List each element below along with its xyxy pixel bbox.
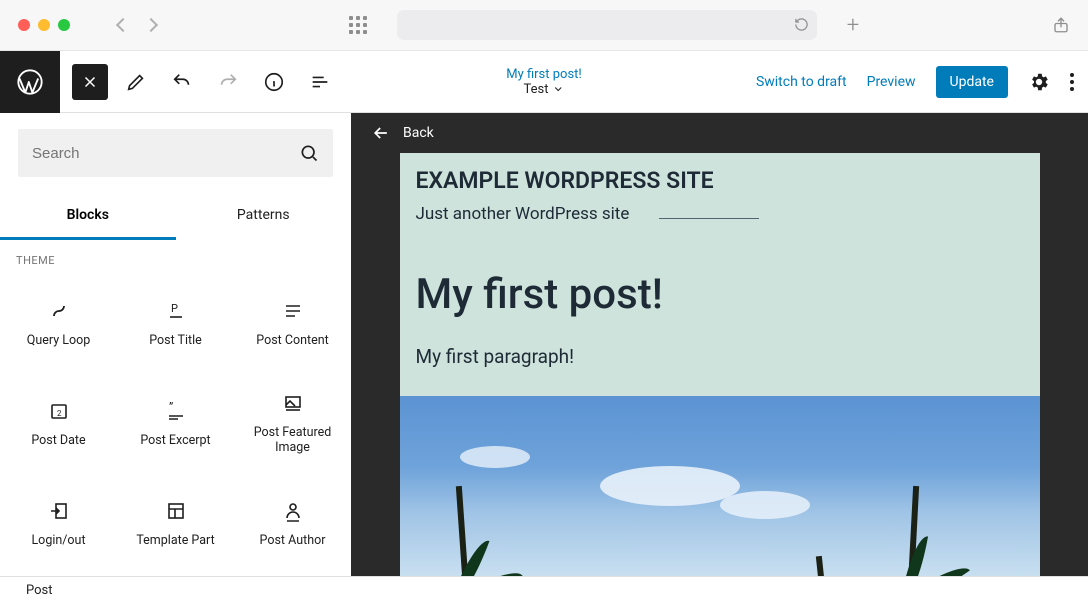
close-window-button[interactable] <box>18 19 30 31</box>
list-view-button[interactable] <box>302 64 338 100</box>
post-author-icon <box>281 499 305 523</box>
more-options-button[interactable] <box>1070 73 1074 91</box>
window-controls <box>18 19 70 31</box>
new-tab-button[interactable]: + <box>847 13 859 38</box>
login-out-icon <box>47 499 71 523</box>
block-label: Template Part <box>136 533 214 548</box>
nav-menu-placeholder[interactable] <box>659 218 759 219</box>
address-bar[interactable] <box>397 10 817 40</box>
close-icon <box>81 73 99 91</box>
category-heading: THEME <box>0 240 351 273</box>
redo-icon <box>217 71 239 93</box>
breadcrumb[interactable]: Post <box>26 583 53 598</box>
search-icon[interactable] <box>299 143 319 163</box>
svg-text:2: 2 <box>57 409 62 418</box>
browser-toolbar: + <box>0 0 1088 51</box>
pencil-icon <box>125 71 147 93</box>
block-label: Login/out <box>31 533 85 548</box>
post-link[interactable]: My first post! <box>506 67 582 82</box>
block-inserter-panel: Blocks Patterns THEME Query Loop P Post … <box>0 113 351 576</box>
block-label: Query Loop <box>27 333 91 348</box>
block-label: Post Excerpt <box>140 433 210 448</box>
undo-icon <box>171 71 193 93</box>
block-post-title[interactable]: P Post Title <box>117 273 234 373</box>
block-label: Post Content <box>256 333 328 348</box>
block-label: Post Author <box>260 533 326 548</box>
tools-edit-button[interactable] <box>118 64 154 100</box>
site-title[interactable]: EXAMPLE WORDPRESS SITE <box>416 167 1024 194</box>
post-excerpt-icon: ” <box>164 399 188 423</box>
details-button[interactable] <box>256 64 292 100</box>
update-button[interactable]: Update <box>936 66 1008 98</box>
svg-text:”: ” <box>169 400 173 414</box>
block-label: Post Featured Image <box>240 425 345 455</box>
document-title[interactable]: My first post! Test <box>506 67 582 97</box>
close-inserter-button[interactable] <box>72 64 108 100</box>
template-selector[interactable]: Test <box>524 82 565 97</box>
preview-button[interactable]: Preview <box>867 74 916 90</box>
chevron-down-icon <box>552 83 564 95</box>
post-title[interactable]: My first post! <box>416 270 1024 319</box>
featured-image[interactable] <box>400 396 1040 576</box>
minimize-window-button[interactable] <box>38 19 50 31</box>
block-label: Post Date <box>31 433 85 448</box>
wp-logo[interactable] <box>0 51 60 113</box>
tab-overview-icon[interactable] <box>349 16 367 34</box>
switch-to-draft-button[interactable]: Switch to draft <box>756 74 847 90</box>
browser-back-button[interactable] <box>116 18 130 32</box>
block-post-excerpt[interactable]: ” Post Excerpt <box>117 373 234 473</box>
block-template-part[interactable]: Template Part <box>117 473 234 573</box>
settings-button[interactable] <box>1028 71 1050 93</box>
editor-canvas-area: Back EXAMPLE WORDPRESS SITE Just another… <box>351 113 1088 576</box>
block-post-content[interactable]: Post Content <box>234 273 351 373</box>
editor-footer: Post <box>0 576 1088 603</box>
back-button[interactable]: Back <box>351 113 1088 153</box>
block-grid: Query Loop P Post Title Post Content 2 P… <box>0 273 351 573</box>
block-post-date[interactable]: 2 Post Date <box>0 373 117 473</box>
block-login-out[interactable]: Login/out <box>0 473 117 573</box>
post-title-icon: P <box>164 299 188 323</box>
inserter-tabs: Blocks Patterns <box>0 193 351 240</box>
zoom-window-button[interactable] <box>58 19 70 31</box>
arrow-left-icon <box>371 123 391 143</box>
info-icon <box>263 71 285 93</box>
search-input[interactable] <box>32 145 299 162</box>
tab-blocks[interactable]: Blocks <box>0 193 176 240</box>
editor-topbar: My first post! Test Switch to draft Prev… <box>0 51 1088 113</box>
block-post-featured-image[interactable]: Post Featured Image <box>234 373 351 473</box>
block-query-loop[interactable]: Query Loop <box>0 273 117 373</box>
query-loop-icon <box>47 299 71 323</box>
page-preview[interactable]: EXAMPLE WORDPRESS SITE Just another Word… <box>400 153 1040 576</box>
list-view-icon <box>309 71 331 93</box>
post-paragraph[interactable]: My first paragraph! <box>416 345 1024 368</box>
tab-patterns[interactable]: Patterns <box>176 193 352 240</box>
svg-text:P: P <box>171 302 178 315</box>
undo-button[interactable] <box>164 64 200 100</box>
block-label: Post Title <box>149 333 202 348</box>
post-featured-image-icon <box>281 391 305 415</box>
template-part-icon <box>164 499 188 523</box>
block-post-author[interactable]: Post Author <box>234 473 351 573</box>
block-search[interactable] <box>18 129 333 177</box>
post-date-icon: 2 <box>47 399 71 423</box>
reload-icon[interactable] <box>794 17 809 32</box>
site-tagline[interactable]: Just another WordPress site <box>416 204 630 224</box>
post-content-icon <box>281 299 305 323</box>
redo-button[interactable] <box>210 64 246 100</box>
share-icon[interactable] <box>1052 15 1070 35</box>
browser-forward-button[interactable] <box>144 18 158 32</box>
